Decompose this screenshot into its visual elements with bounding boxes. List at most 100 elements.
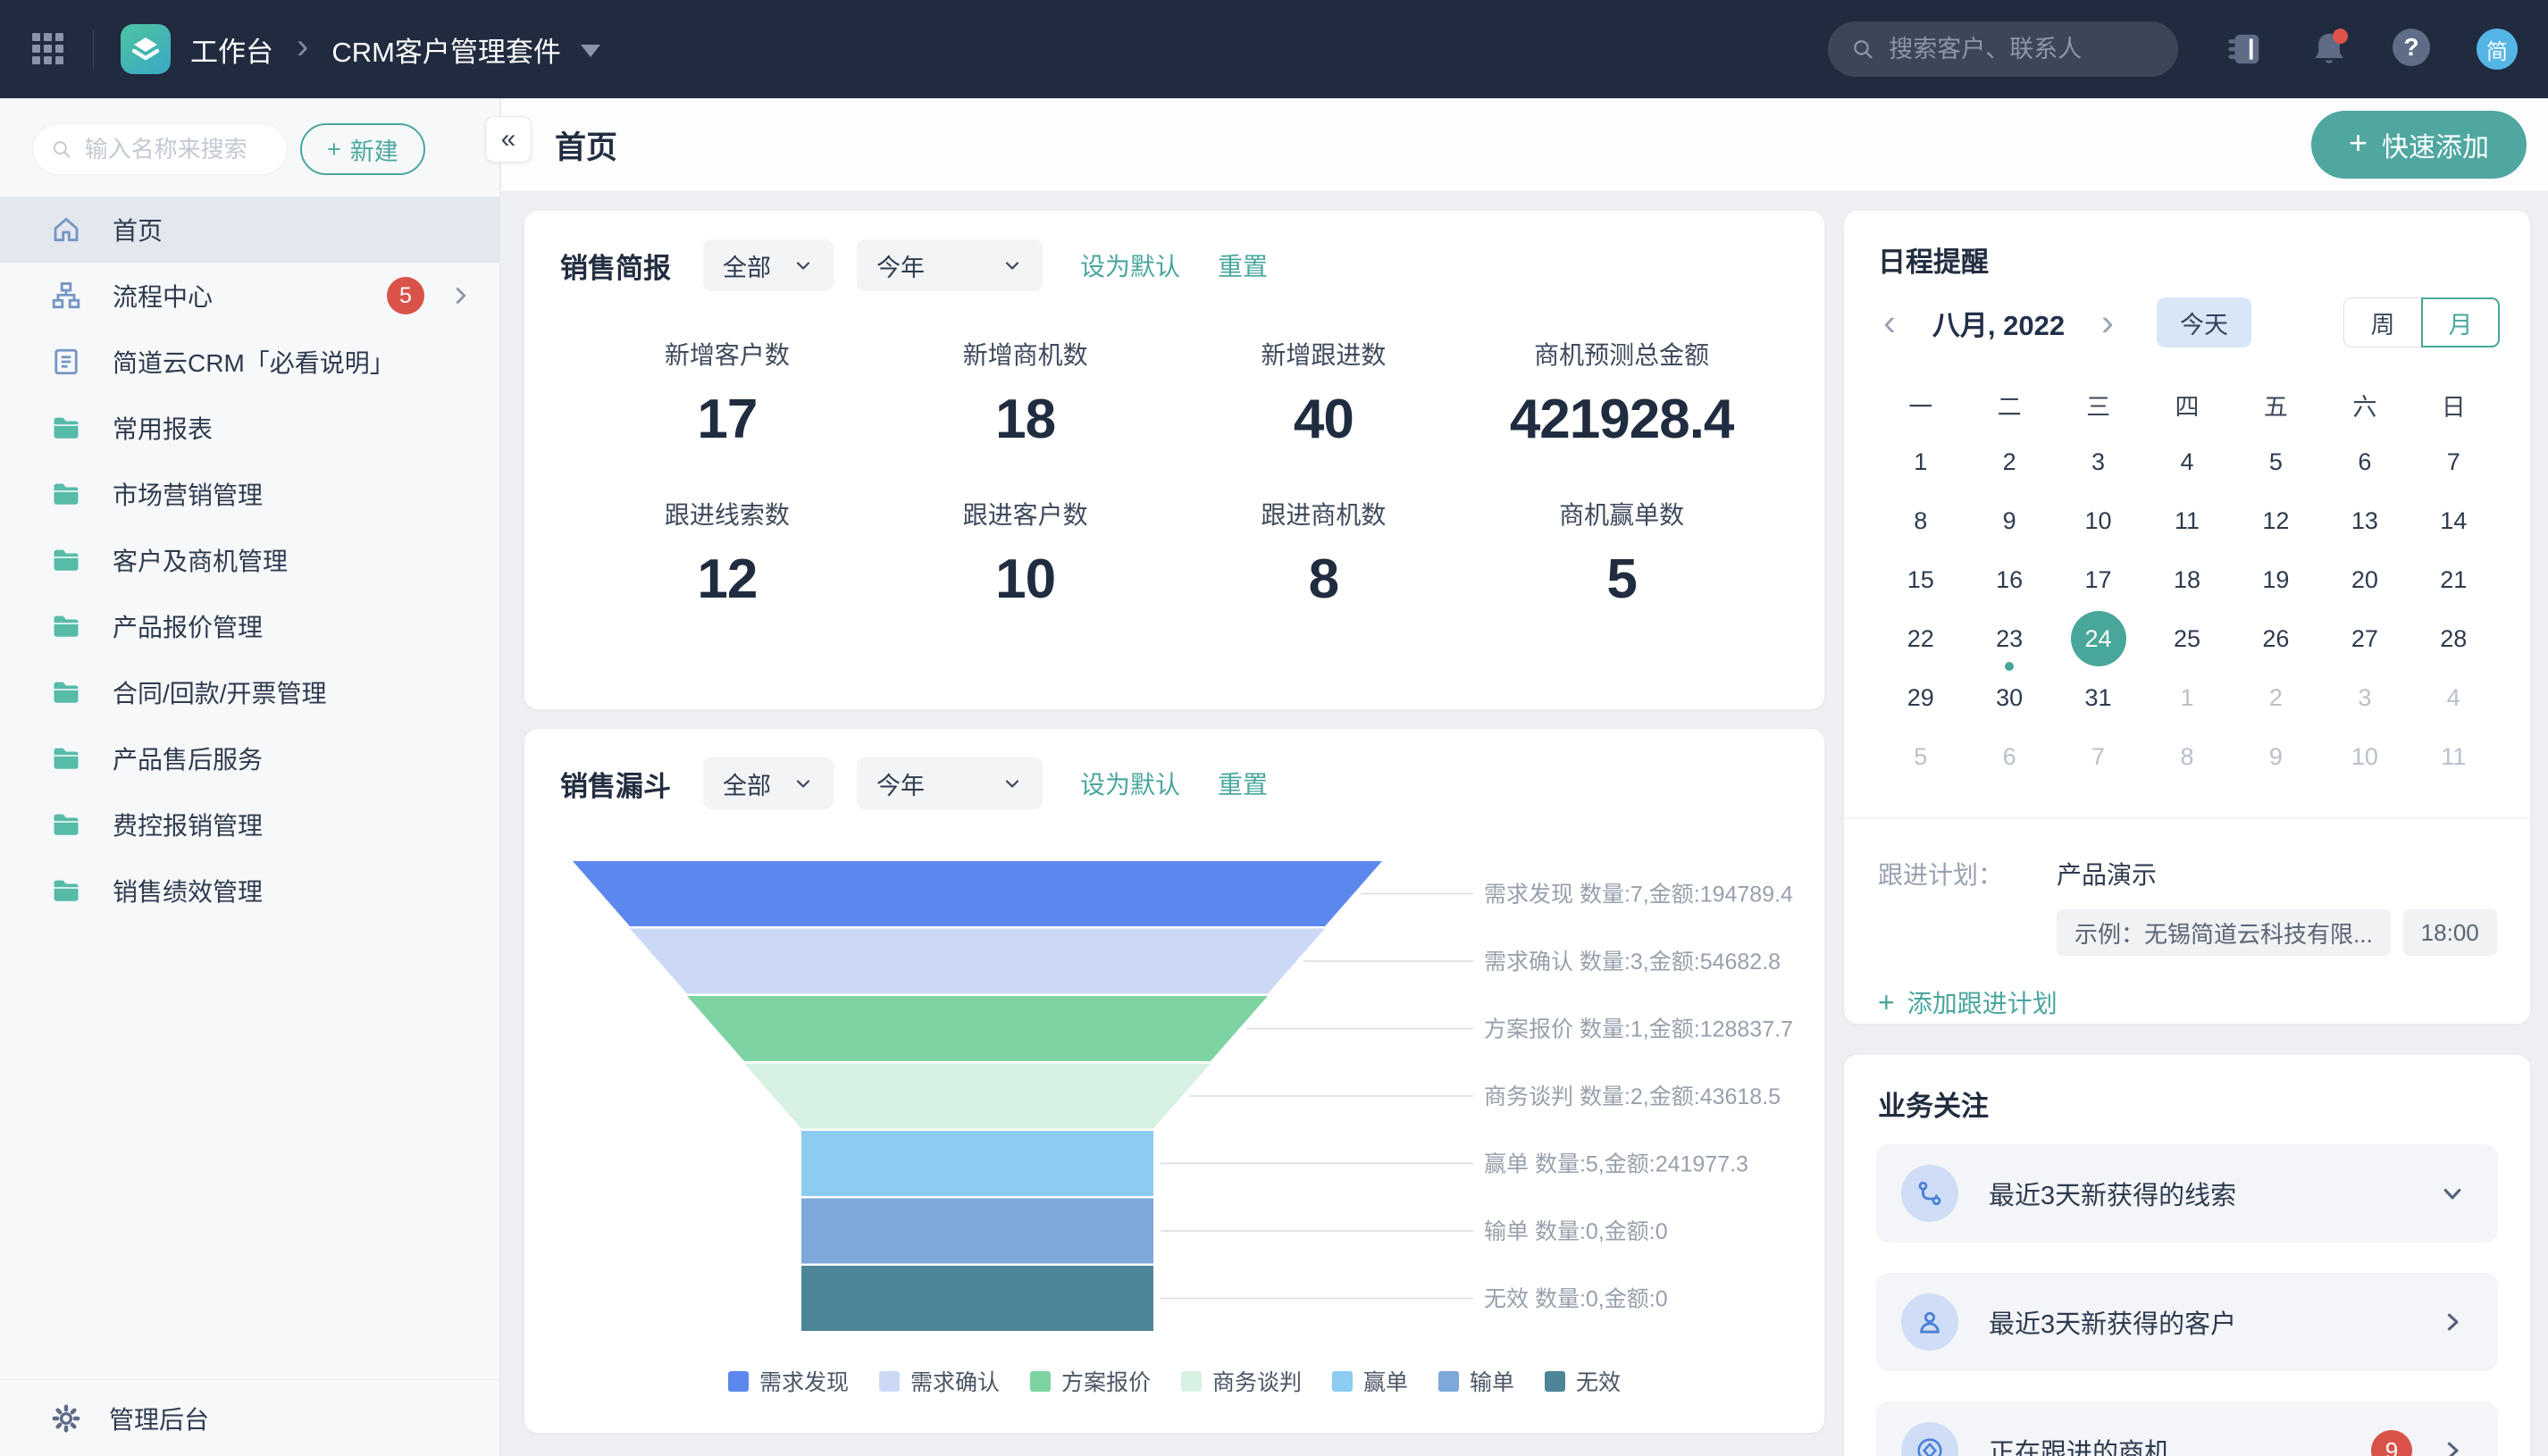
workspace-label[interactable]: 工作台 bbox=[190, 29, 273, 70]
calendar-day-26[interactable]: 26 bbox=[2232, 609, 2320, 668]
new-button[interactable]: +新建 bbox=[300, 123, 425, 175]
calendar-day-16[interactable]: 16 bbox=[1965, 550, 2053, 609]
calendar-day-31[interactable]: 31 bbox=[2054, 668, 2142, 727]
calendar-day-4-next[interactable]: 4 bbox=[2410, 668, 2498, 727]
focus-item-following-oppty[interactable]: 正在跟进的商机9 bbox=[1876, 1402, 2498, 1456]
breadcrumb-app-title[interactable]: CRM客户管理套件 bbox=[331, 29, 561, 70]
calendar-day-3-next[interactable]: 3 bbox=[2320, 668, 2409, 727]
calendar-day-4[interactable]: 4 bbox=[2142, 432, 2231, 491]
calendar-day-23[interactable]: 23 bbox=[1965, 609, 2053, 668]
help-icon[interactable]: ? bbox=[2393, 29, 2434, 70]
sidebar-item-common-reports[interactable]: 常用报表 bbox=[0, 395, 499, 461]
funnel-period-select[interactable]: 今年 bbox=[857, 757, 1043, 809]
legend-item-赢单[interactable]: 赢单 bbox=[1332, 1365, 1408, 1397]
calendar-day-15[interactable]: 15 bbox=[1876, 550, 1965, 609]
global-search[interactable] bbox=[1828, 21, 2178, 77]
calendar-day-9[interactable]: 9 bbox=[1965, 491, 2053, 550]
app-switch-caret-icon[interactable] bbox=[581, 45, 600, 57]
calendar-day-5[interactable]: 5 bbox=[2232, 432, 2320, 491]
calendar-day-24[interactable]: 24 bbox=[2054, 609, 2142, 668]
sidebar-item-after-sales[interactable]: 产品售后服务 bbox=[0, 725, 499, 791]
sidebar-item-process-center[interactable]: 流程中心5 bbox=[0, 263, 499, 329]
calendar-day-6-next[interactable]: 6 bbox=[1965, 727, 2053, 786]
plan-company-pill[interactable]: 示例：无锡简道云科技有限... bbox=[2057, 909, 2391, 956]
sidebar-item-crm-readme[interactable]: 简道云CRM「必看说明」 bbox=[0, 329, 499, 395]
sidebar-item-customer-oppty[interactable]: 客户及商机管理 bbox=[0, 527, 499, 593]
legend-item-输单[interactable]: 输单 bbox=[1438, 1365, 1514, 1397]
focus-item-new-customers-3d[interactable]: 最近3天新获得的客户 bbox=[1876, 1273, 2498, 1371]
calendar-day-8[interactable]: 8 bbox=[1876, 491, 1965, 550]
funnel-segment-输单[interactable] bbox=[801, 1199, 1153, 1264]
funnel-reset-link[interactable]: 重置 bbox=[1218, 766, 1268, 801]
calendar-day-28[interactable]: 28 bbox=[2410, 609, 2498, 668]
calendar-day-2[interactable]: 2 bbox=[1965, 432, 2053, 491]
calendar-day-7[interactable]: 7 bbox=[2410, 432, 2498, 491]
calendar-day-30[interactable]: 30 bbox=[1965, 668, 2053, 727]
sidebar-item-product-quote[interactable]: 产品报价管理 bbox=[0, 593, 499, 659]
brief-reset-link[interactable]: 重置 bbox=[1218, 247, 1268, 283]
sidebar-search[interactable] bbox=[32, 123, 288, 175]
sidebar-item-sales-performance[interactable]: 销售绩效管理 bbox=[0, 858, 499, 924]
calendar-day-10[interactable]: 10 bbox=[2054, 491, 2142, 550]
funnel-scope-select[interactable]: 全部 bbox=[703, 757, 834, 809]
avatar[interactable]: 简 bbox=[2477, 29, 2518, 70]
admin-console-item[interactable]: 管理后台 bbox=[0, 1379, 499, 1456]
funnel-set-default-link[interactable]: 设为默认 bbox=[1080, 766, 1180, 801]
focus-item-new-leads-3d[interactable]: 最近3天新获得的线索 bbox=[1876, 1144, 2498, 1243]
today-button[interactable]: 今天 bbox=[2157, 297, 2251, 347]
legend-item-方案报价[interactable]: 方案报价 bbox=[1030, 1365, 1151, 1397]
global-search-input[interactable] bbox=[1889, 36, 2155, 63]
calendar-day-12[interactable]: 12 bbox=[2232, 491, 2320, 550]
next-month-icon[interactable]: › bbox=[2096, 304, 2119, 341]
calendar-day-5-next[interactable]: 5 bbox=[1876, 727, 1965, 786]
calendar-day-3[interactable]: 3 bbox=[2054, 432, 2142, 491]
calendar-day-7-next[interactable]: 7 bbox=[2054, 727, 2142, 786]
panel-toggle-icon[interactable] bbox=[2225, 29, 2266, 70]
brief-set-default-link[interactable]: 设为默认 bbox=[1080, 247, 1180, 283]
calendar-day-11-next[interactable]: 11 bbox=[2410, 727, 2498, 786]
calendar-day-19[interactable]: 19 bbox=[2232, 550, 2320, 609]
calendar-day-27[interactable]: 27 bbox=[2320, 609, 2409, 668]
sidebar-item-home[interactable]: 首页 bbox=[0, 197, 499, 263]
legend-item-需求发现[interactable]: 需求发现 bbox=[728, 1365, 849, 1397]
quick-add-button[interactable]: + 快速添加 bbox=[2311, 111, 2527, 179]
sidebar-item-marketing[interactable]: 市场营销管理 bbox=[0, 461, 499, 527]
notifications-bell-icon[interactable] bbox=[2309, 29, 2350, 70]
calendar-day-21[interactable]: 21 bbox=[2410, 550, 2498, 609]
brief-scope-select[interactable]: 全部 bbox=[703, 239, 834, 291]
legend-item-商务谈判[interactable]: 商务谈判 bbox=[1181, 1365, 1302, 1397]
calendar-day-1[interactable]: 1 bbox=[1876, 432, 1965, 491]
week-view-button[interactable]: 周 bbox=[2343, 297, 2422, 347]
calendar-day-1-next[interactable]: 1 bbox=[2142, 668, 2231, 727]
prev-month-icon[interactable]: ‹ bbox=[1878, 304, 1901, 341]
calendar-day-17[interactable]: 17 bbox=[2054, 550, 2142, 609]
funnel-segment-赢单[interactable] bbox=[801, 1131, 1153, 1196]
calendar-day-22[interactable]: 22 bbox=[1876, 609, 1965, 668]
funnel-segment-商务谈判[interactable] bbox=[744, 1064, 1211, 1129]
calendar-day-2-next[interactable]: 2 bbox=[2232, 668, 2320, 727]
calendar-day-14[interactable]: 14 bbox=[2410, 491, 2498, 550]
sidebar-item-expense[interactable]: 费控报销管理 bbox=[0, 791, 499, 858]
brief-period-select[interactable]: 今年 bbox=[857, 239, 1043, 291]
calendar-day-11[interactable]: 11 bbox=[2142, 491, 2231, 550]
month-view-button[interactable]: 月 bbox=[2421, 297, 2500, 347]
sidebar-item-contract-invoice[interactable]: 合同/回款/开票管理 bbox=[0, 659, 499, 725]
calendar-day-25[interactable]: 25 bbox=[2142, 609, 2231, 668]
add-follow-plan-link[interactable]: + 添加跟进计划 bbox=[1878, 984, 2058, 1020]
legend-item-需求确认[interactable]: 需求确认 bbox=[879, 1365, 1000, 1397]
funnel-segment-方案报价[interactable] bbox=[687, 996, 1268, 1061]
calendar-day-10-next[interactable]: 10 bbox=[2320, 727, 2409, 786]
calendar-day-18[interactable]: 18 bbox=[2142, 550, 2231, 609]
calendar-day-9-next[interactable]: 9 bbox=[2232, 727, 2320, 786]
calendar-day-8-next[interactable]: 8 bbox=[2142, 727, 2231, 786]
sidebar-search-input[interactable] bbox=[85, 136, 269, 163]
calendar-day-13[interactable]: 13 bbox=[2320, 491, 2409, 550]
legend-item-无效[interactable]: 无效 bbox=[1545, 1365, 1621, 1397]
calendar-day-20[interactable]: 20 bbox=[2320, 550, 2409, 609]
funnel-segment-无效[interactable] bbox=[801, 1266, 1153, 1331]
sidebar-collapse-button[interactable]: « bbox=[485, 116, 532, 163]
workspace-logo-icon[interactable] bbox=[121, 24, 171, 74]
calendar-day-6[interactable]: 6 bbox=[2320, 432, 2409, 491]
app-launcher-icon[interactable] bbox=[30, 31, 66, 67]
funnel-segment-需求确认[interactable] bbox=[630, 929, 1325, 994]
